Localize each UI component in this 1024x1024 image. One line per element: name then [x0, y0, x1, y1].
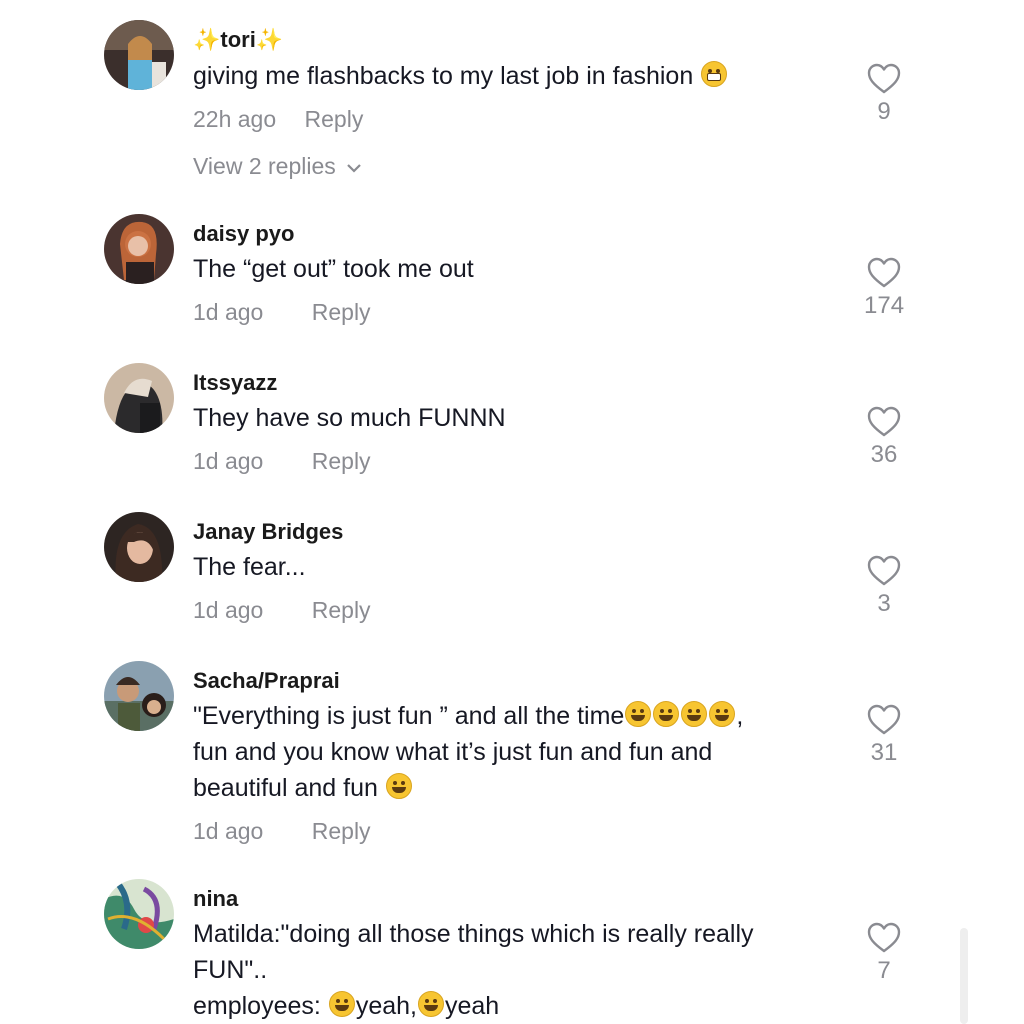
like-button[interactable]: 3 [864, 555, 904, 619]
reply-button[interactable]: Reply [305, 105, 364, 133]
username[interactable]: Itssyazz [193, 370, 277, 396]
avatar[interactable] [104, 879, 174, 949]
username[interactable]: nina [193, 886, 238, 912]
chevron-down-icon [346, 164, 361, 173]
heart-icon[interactable] [867, 257, 901, 289]
avatar[interactable] [104, 20, 174, 90]
reply-button[interactable]: Reply [312, 298, 371, 326]
avatar[interactable] [104, 661, 174, 731]
comment-text: giving me flashbacks to my last job in f… [193, 58, 843, 94]
reply-button[interactable]: Reply [312, 447, 371, 475]
holding-back-tears-emoji [417, 991, 444, 1017]
saluting-face-emoji [328, 991, 355, 1017]
tears-of-joy-emoji [681, 701, 708, 727]
tears-of-joy-emoji [625, 701, 652, 727]
like-button[interactable]: 31 [864, 704, 904, 768]
comment-text: They have so much FUNNN [193, 404, 506, 432]
like-button[interactable]: 174 [864, 257, 904, 321]
avatar[interactable] [104, 214, 174, 284]
timestamp: 1d ago [193, 597, 264, 623]
heart-icon[interactable] [867, 406, 901, 438]
comment-meta: 22h ago Reply [193, 105, 363, 133]
like-count: 31 [870, 739, 898, 766]
comment-text: The “get out” took me out [193, 255, 474, 283]
tears-of-joy-emoji [709, 701, 736, 727]
comment-meta: 1d ago Reply [193, 298, 371, 326]
like-button[interactable]: 36 [864, 406, 904, 470]
username[interactable]: daisy pyo [193, 221, 294, 247]
like-count: 36 [870, 441, 898, 468]
sparkle-icon: ✨ [255, 27, 284, 52]
heart-icon[interactable] [867, 63, 901, 95]
comment-meta: 1d ago Reply [193, 817, 371, 845]
timestamp: 1d ago [193, 818, 264, 844]
comments-page: ✨tori✨ giving me flashbacks to my last j… [0, 0, 1024, 1024]
comment-text: "Everything is just fun ” and all the ti… [193, 701, 744, 802]
reply-button[interactable]: Reply [312, 596, 371, 624]
like-count: 3 [877, 590, 891, 617]
comment-text: The fear... [193, 553, 306, 581]
username[interactable]: ✨tori✨ [193, 27, 283, 53]
timestamp: 1d ago [193, 448, 264, 474]
like-button[interactable]: 9 [864, 63, 904, 127]
timestamp: 22h ago [193, 106, 277, 132]
avatar[interactable] [104, 363, 174, 433]
heart-icon[interactable] [867, 704, 901, 736]
avatar[interactable] [104, 512, 174, 582]
tears-of-joy-emoji [653, 701, 680, 727]
star-struck-emoji [385, 773, 412, 799]
username[interactable]: Janay Bridges [193, 519, 343, 545]
heart-icon[interactable] [867, 922, 901, 954]
comment-text: Matilda:"doing all those things which is… [193, 920, 754, 1020]
comment-meta: 1d ago Reply [193, 447, 371, 475]
like-count: 174 [864, 292, 905, 319]
heart-icon[interactable] [867, 555, 901, 587]
like-button[interactable]: 7 [864, 922, 904, 986]
timestamp: 1d ago [193, 299, 264, 325]
grimace-emoji [701, 61, 728, 87]
username[interactable]: Sacha/Praprai [193, 668, 340, 694]
like-count: 7 [877, 957, 891, 984]
view-replies-button[interactable]: View 2 replies [193, 152, 362, 180]
sparkle-icon: ✨ [193, 27, 221, 52]
like-count: 9 [877, 98, 891, 125]
reply-button[interactable]: Reply [312, 817, 371, 845]
scrollbar[interactable] [960, 928, 968, 1024]
comment-meta: 1d ago Reply [193, 596, 371, 624]
